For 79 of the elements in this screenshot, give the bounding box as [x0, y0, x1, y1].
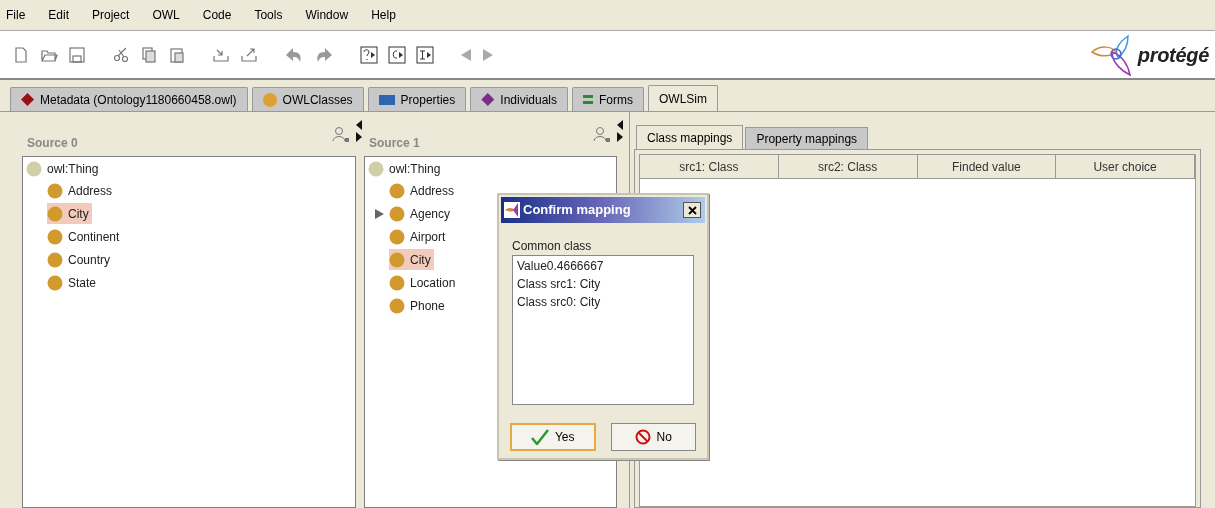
- tree-item[interactable]: owl:Thing: [389, 160, 441, 178]
- class-icon: [389, 205, 405, 222]
- back-icon[interactable]: [460, 47, 472, 62]
- class-icon: [47, 182, 63, 199]
- instance-create-icon[interactable]: [416, 45, 434, 64]
- class-icon: [47, 251, 63, 268]
- tab[interactable]: Properties: [367, 87, 467, 111]
- logo-text: protégé: [1137, 42, 1209, 68]
- menu-item[interactable]: Code: [202, 6, 232, 24]
- close-icon: [687, 205, 697, 215]
- no-button[interactable]: No: [610, 423, 696, 451]
- menu-item[interactable]: File: [6, 6, 26, 24]
- tab[interactable]: OWLClasses: [251, 87, 364, 111]
- class-icon: [389, 251, 405, 268]
- menu-item[interactable]: OWL: [152, 6, 180, 24]
- tab[interactable]: Property mappings: [745, 127, 869, 149]
- user-icon[interactable]: [593, 126, 611, 144]
- menu-item[interactable]: Help: [371, 6, 396, 24]
- menu-item[interactable]: Window: [305, 6, 349, 24]
- tree-item[interactable]: Airport: [389, 226, 449, 247]
- menu-item[interactable]: Project: [92, 6, 130, 24]
- thing-icon: [26, 161, 42, 177]
- tree-item[interactable]: City: [47, 203, 92, 224]
- paste-icon[interactable]: [168, 45, 186, 64]
- class-icon: [47, 205, 63, 222]
- prohibited-icon: [634, 429, 651, 445]
- new-file-icon[interactable]: [12, 45, 30, 64]
- class-icon: [47, 274, 63, 291]
- cut-icon[interactable]: [112, 45, 130, 64]
- tree-item[interactable]: Address: [47, 180, 116, 201]
- tab[interactable]: Forms: [572, 87, 644, 111]
- tree-item[interactable]: Phone: [389, 295, 448, 316]
- class-icon: [47, 228, 63, 245]
- dialog-title: Confirm mapping: [523, 201, 631, 220]
- user-icon[interactable]: [332, 126, 350, 144]
- tree-item[interactable]: Agency: [389, 203, 454, 224]
- close-button[interactable]: [683, 202, 701, 218]
- check-icon: [530, 429, 549, 445]
- class-icon: [389, 228, 405, 245]
- column-header[interactable]: src2: Class: [778, 155, 918, 178]
- thing-icon: [368, 161, 384, 177]
- menu-item[interactable]: Edit: [48, 6, 70, 24]
- column-header[interactable]: Finded value: [917, 155, 1057, 178]
- list-label: Common class: [512, 238, 593, 255]
- list-item[interactable]: Value0.4666667: [517, 257, 689, 275]
- column-header[interactable]: src1: Class: [640, 155, 779, 178]
- expand-arrow-icon[interactable]: [617, 132, 623, 142]
- redo-icon[interactable]: [314, 45, 334, 64]
- list-item[interactable]: Class src0: City: [517, 293, 689, 311]
- tree-item[interactable]: Address: [389, 180, 458, 201]
- copy-icon[interactable]: [140, 45, 158, 64]
- collapse-arrow-icon[interactable]: [617, 120, 623, 130]
- expand-arrow-icon[interactable]: [356, 132, 362, 142]
- yes-button[interactable]: Yes: [510, 423, 596, 451]
- tree-item[interactable]: owl:Thing: [47, 160, 99, 178]
- tree-item[interactable]: City: [389, 249, 434, 270]
- class-icon: [389, 297, 405, 314]
- tab[interactable]: OWLSim: [648, 85, 718, 111]
- tab[interactable]: Individuals: [470, 87, 568, 111]
- collapse-arrow-icon[interactable]: [356, 120, 362, 130]
- tree-item[interactable]: Country: [47, 249, 114, 270]
- save-icon[interactable]: [68, 45, 86, 64]
- panel-title: Source 1: [369, 135, 420, 152]
- tree-item[interactable]: Continent: [47, 226, 123, 247]
- class-create-icon[interactable]: [388, 45, 406, 64]
- panel-title: Source 0: [27, 135, 78, 152]
- tab[interactable]: Class mappings: [636, 125, 744, 149]
- tree-item[interactable]: Location: [389, 272, 459, 293]
- class-icon: [389, 182, 405, 199]
- menu-item[interactable]: Tools: [254, 6, 283, 24]
- logo-icon: [504, 202, 520, 218]
- list-item[interactable]: Class src1: City: [517, 275, 689, 293]
- tab[interactable]: Metadata (Ontology1180660458.owl): [10, 87, 248, 111]
- class-icon: [389, 274, 405, 291]
- tree-item[interactable]: State: [47, 272, 100, 293]
- export-icon[interactable]: [240, 45, 258, 64]
- column-header[interactable]: User choice: [1056, 155, 1195, 178]
- query-icon[interactable]: [360, 45, 378, 64]
- forward-icon[interactable]: [482, 47, 494, 62]
